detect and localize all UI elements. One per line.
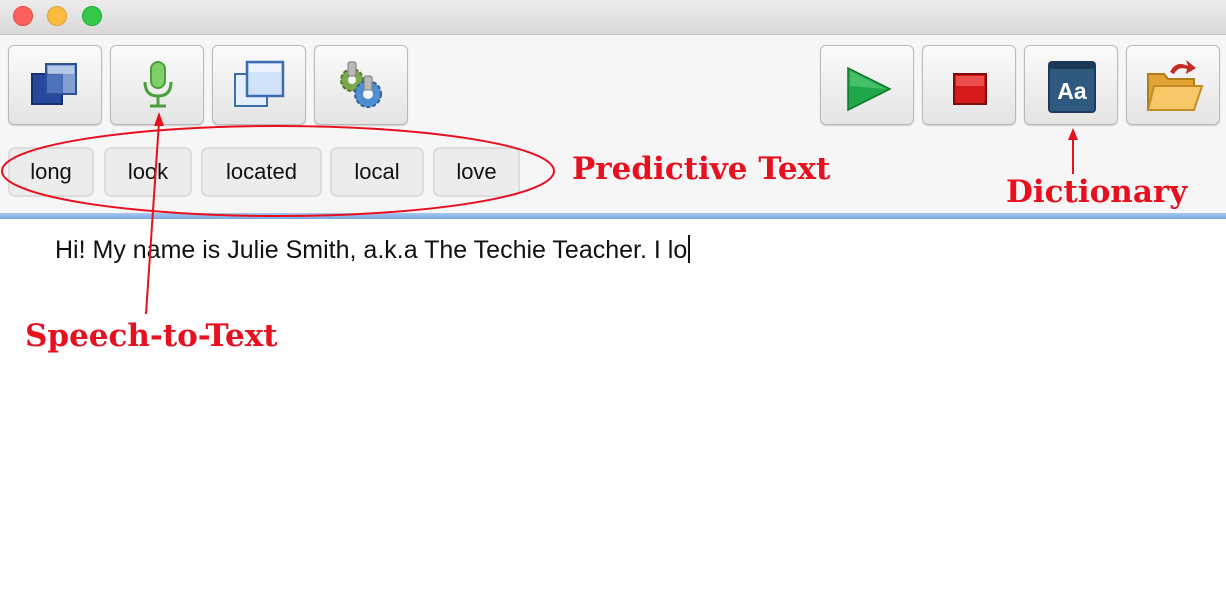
overlay-windows-button[interactable] [8,45,102,125]
document-area[interactable] [0,219,1226,616]
settings-button[interactable] [314,45,408,125]
text-caret [688,235,691,263]
prediction-chip[interactable]: located [201,147,322,197]
predictive-text-annotation: Predictive Text [572,151,831,187]
prediction-chip[interactable]: local [330,147,424,197]
windows-overlay-icon [31,63,77,105]
stop-button[interactable] [922,45,1016,125]
document-text[interactable]: Hi! My name is Julie Smith, a.k.a The Te… [55,235,691,265]
close-button[interactable] [13,6,33,26]
prediction-chip[interactable]: long [8,147,94,197]
dictionary-icon-label: Aa [1057,78,1087,104]
play-icon [847,66,892,112]
stop-icon [953,73,987,105]
microphone-icon [143,61,173,108]
window-icon [234,60,285,107]
title-bar [0,0,1226,35]
prediction-chip[interactable]: love [433,147,520,197]
open-folder-button[interactable] [1126,45,1220,125]
play-button[interactable] [820,45,914,125]
dictionary-button[interactable]: Aa [1024,45,1118,125]
zoom-button[interactable] [82,6,102,26]
speech-to-text-button[interactable] [110,45,204,125]
document-text-content: Hi! My name is Julie Smith, a.k.a The Te… [55,236,688,264]
window-button[interactable] [212,45,306,125]
dictionary-icon: Aa [1048,61,1096,113]
open-folder-icon [1146,60,1204,111]
gears-icon [340,61,382,108]
minimize-button[interactable] [47,6,67,26]
dictionary-annotation: Dictionary [1006,174,1188,210]
speech-to-text-annotation: Speech-to-Text [25,318,278,354]
prediction-chip[interactable]: look [104,147,192,197]
